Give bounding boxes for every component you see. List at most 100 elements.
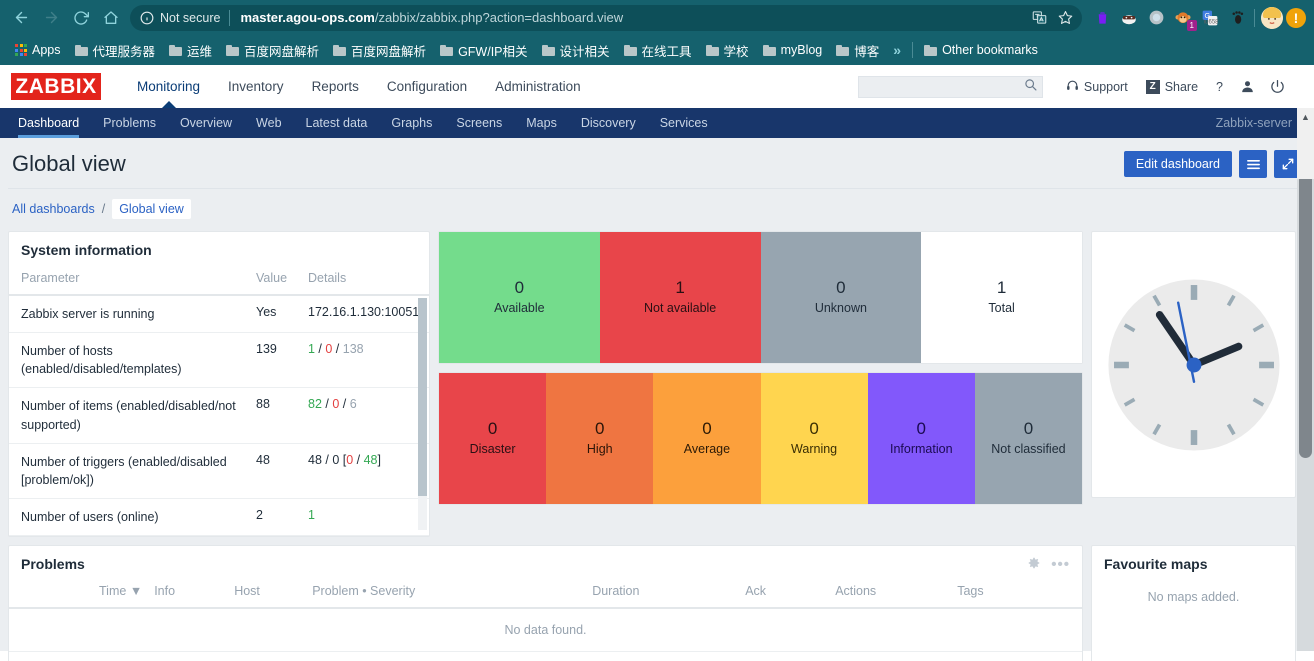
details-part: /	[353, 452, 364, 467]
hamburger-menu-icon[interactable]	[1239, 150, 1267, 178]
bookmark-ops[interactable]: 运维	[162, 38, 219, 63]
support-link[interactable]: Support	[1057, 79, 1137, 95]
bookmark-apps[interactable]: Apps	[8, 40, 68, 60]
tile-information[interactable]: 0 Information	[867, 373, 975, 504]
nav-item-configuration[interactable]: Configuration	[373, 65, 481, 108]
bookmark-proxy-servers[interactable]: 代理服务器	[68, 38, 163, 63]
scrollbar-up-region[interactable]: ▲	[1297, 108, 1314, 179]
bookmarks-divider	[912, 42, 914, 58]
bookmark-school[interactable]: 学校	[699, 38, 756, 63]
translate-icon[interactable]	[1026, 5, 1052, 31]
sign-out-icon[interactable]	[1262, 72, 1292, 102]
subnav-item-discovery[interactable]: Discovery	[569, 108, 648, 138]
tile-count: 0	[487, 419, 498, 439]
bookmark-baidu-pan-1[interactable]: 百度网盘解析	[219, 38, 326, 63]
subnav-item-services[interactable]: Services	[648, 108, 720, 138]
more-options-icon[interactable]: •••	[1051, 557, 1070, 572]
bookmark-label: 学校	[723, 44, 749, 59]
column-duration[interactable]: Duration	[586, 580, 740, 609]
column-tags[interactable]: Tags	[951, 580, 1082, 609]
bookmark-online-tools[interactable]: 在线工具	[617, 38, 699, 63]
monkey-extension-icon[interactable]: 1	[1171, 6, 1197, 31]
footprint-extension-icon[interactable]	[1225, 6, 1249, 30]
tile-warning[interactable]: 0 Warning	[760, 373, 868, 504]
subnav-item-screens[interactable]: Screens	[444, 108, 514, 138]
problems-by-severity-tiles: 0 Disaster 0 High 0 Average 0 Warning 0 …	[439, 373, 1082, 504]
edit-dashboard-button[interactable]: Edit dashboard	[1123, 150, 1232, 178]
circle-extension-icon[interactable]	[1144, 6, 1168, 30]
subnav-item-problems[interactable]: Problems	[91, 108, 168, 138]
tile-count: 1	[996, 278, 1007, 298]
incognito-bandit-icon[interactable]	[1117, 6, 1141, 30]
tile-high[interactable]: 0 High	[546, 373, 654, 504]
subnav-item-maps[interactable]: Maps	[514, 108, 569, 138]
table-header-row: Parameter Value Details	[9, 266, 429, 296]
subnav-item-latest-data[interactable]: Latest data	[294, 108, 380, 138]
breadcrumb-all-dashboards[interactable]: All dashboards	[12, 202, 95, 216]
problems-widget-header: Problems •••	[9, 546, 1082, 580]
subnav-item-dashboard[interactable]: Dashboard	[6, 108, 91, 138]
tile-not-available[interactable]: 1 Not available	[599, 232, 761, 363]
widget-scrollbar-thumb[interactable]	[418, 298, 427, 496]
column-problem-severity[interactable]: Problem • Severity	[306, 580, 587, 609]
gear-icon[interactable]	[1027, 556, 1041, 572]
nav-item-inventory[interactable]: Inventory	[214, 65, 298, 108]
star-icon[interactable]	[1052, 5, 1078, 31]
tile-available[interactable]: 0 Available	[439, 232, 600, 363]
subnav-item-overview[interactable]: Overview	[168, 108, 244, 138]
tile-not-classified[interactable]: 0 Not classified	[974, 373, 1082, 504]
page-scrollbar[interactable]	[1297, 138, 1314, 651]
scrollbar-up-arrow-icon[interactable]: ▲	[1297, 112, 1314, 122]
site-info-icon[interactable]	[140, 11, 154, 25]
row-value: 48	[254, 443, 296, 499]
subnav-item-web[interactable]: Web	[244, 108, 293, 138]
tile-total[interactable]: 1 Total	[921, 232, 1082, 363]
bookmark-myblog[interactable]: myBlog	[756, 40, 830, 60]
subnav-item-graphs[interactable]: Graphs	[379, 108, 444, 138]
tile-disaster[interactable]: 0 Disaster	[439, 373, 547, 504]
search-input[interactable]	[857, 75, 1043, 98]
row-details: 48 / 0 [0 / 48]	[296, 443, 429, 499]
problems-widget-title: Problems	[21, 556, 85, 572]
folder-icon	[169, 44, 183, 56]
google-translate-icon[interactable]: G\u6587	[1198, 6, 1222, 30]
problems-by-severity-widget: 0 Disaster 0 High 0 Average 0 Warning 0 …	[438, 372, 1083, 505]
reload-icon[interactable]	[66, 3, 96, 33]
column-host[interactable]: Host	[228, 580, 307, 609]
bookmark-blog[interactable]: 博客	[829, 38, 886, 63]
bookmark-design[interactable]: 设计相关	[535, 38, 617, 63]
column-ack[interactable]: Ack	[739, 580, 830, 609]
breadcrumb-separator: /	[101, 202, 106, 216]
bookmark-label: Apps	[32, 43, 61, 57]
page-scrollbar-thumb[interactable]	[1299, 138, 1312, 458]
forward-arrow-icon[interactable]	[36, 3, 66, 33]
home-icon[interactable]	[96, 3, 126, 33]
share-link[interactable]: Z Share	[1137, 79, 1207, 94]
trash-extension-icon[interactable]	[1090, 6, 1114, 30]
profile-avatar[interactable]	[1260, 6, 1284, 30]
tile-unknown[interactable]: 0 Unknown	[760, 232, 922, 363]
column-actions[interactable]: Actions	[829, 580, 952, 609]
back-arrow-icon[interactable]	[6, 3, 36, 33]
column-time[interactable]: Time ▼	[9, 580, 149, 609]
help-link[interactable]: ?	[1207, 80, 1232, 94]
user-settings-icon[interactable]	[1232, 72, 1262, 102]
column-info[interactable]: Info	[148, 580, 229, 609]
empty-message: No data found.	[9, 608, 1082, 652]
table-row-empty: No data found.	[9, 608, 1082, 652]
nav-item-administration[interactable]: Administration	[481, 65, 595, 108]
sub-navigation: Dashboard Problems Overview Web Latest d…	[0, 108, 1314, 138]
bookmark-gfw-ip[interactable]: GFW/IP相关	[433, 38, 534, 63]
tile-label: Available	[494, 301, 545, 316]
bookmark-other-bookmarks[interactable]: Other bookmarks	[917, 40, 1045, 60]
update-alert-icon[interactable]: !	[1284, 6, 1308, 30]
breadcrumb-current[interactable]: Global view	[112, 199, 191, 219]
zabbix-logo[interactable]: ZABBIX	[11, 73, 101, 100]
tile-average[interactable]: 0 Average	[653, 373, 761, 504]
address-bar[interactable]: Not secure master.agou-ops.com/zabbix/za…	[130, 4, 1082, 31]
bookmarks-overflow-icon[interactable]: »	[886, 42, 908, 58]
nav-item-reports[interactable]: Reports	[298, 65, 373, 108]
nav-item-monitoring[interactable]: Monitoring	[123, 65, 214, 108]
bookmark-baidu-pan-2[interactable]: 百度网盘解析	[326, 38, 433, 63]
column-details: Details	[296, 266, 429, 296]
